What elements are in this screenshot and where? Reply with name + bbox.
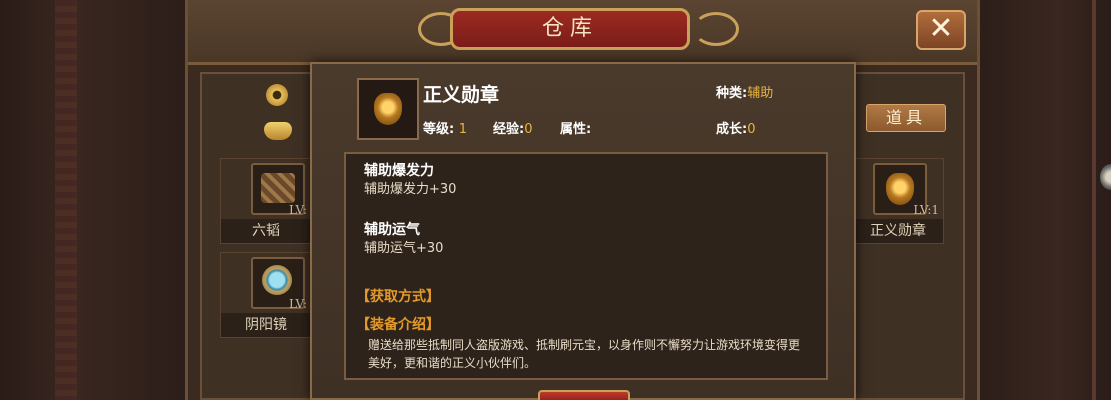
confirm-button[interactable] (538, 390, 630, 400)
item-name: 六韬 (221, 219, 311, 243)
attribute-value: 辅助运气+30 (364, 241, 444, 256)
inventory-slot[interactable]: LV:1 正义勋章 (852, 158, 944, 244)
close-button[interactable]: ✕ (916, 10, 966, 50)
title-bar: 仓库 ✕ (188, 0, 977, 65)
attribute-value: 辅助爆发力+30 (364, 182, 457, 197)
stat-label: 经验: (493, 122, 525, 137)
intro-header: 【装备介绍】 (356, 317, 440, 333)
title-ornament-right (693, 12, 739, 46)
game-screen: 仓库 ✕ 道具 LV: 六韬 LV: 阴阳镜 LV:1 正义勋章 正义勋章 种类… (0, 0, 1111, 400)
item-description: 赠送给那些抵制同人盗版游戏、抵制刷元宝，以身作则不懈努力让游戏环境变得更美好，更… (368, 338, 801, 370)
badge-icon (886, 173, 914, 205)
stat-level: 等级: 1 (423, 118, 467, 137)
stat-label: 等级: (423, 122, 455, 137)
stat-label: 属性: (560, 122, 592, 137)
background-right (980, 0, 1111, 400)
stat-type: 种类:辅助 (716, 82, 773, 101)
badge-icon (374, 93, 402, 125)
item-level: LV: (288, 203, 307, 217)
item-name: 正义勋章 (853, 219, 943, 243)
item-name: 阴阳镜 (221, 313, 311, 337)
attribute-title: 辅助爆发力 (364, 163, 434, 179)
obtain-header: 【获取方式】 (356, 289, 440, 305)
inventory-slot[interactable]: LV: 阴阳镜 (220, 252, 312, 338)
mirror-icon (262, 265, 292, 295)
window-title: 仓库 (450, 8, 690, 50)
decor-strip (1092, 0, 1096, 400)
stat-value: 0 (747, 122, 756, 137)
ingot-icon (264, 122, 292, 140)
decor-strip (55, 0, 77, 400)
stat-attr: 属性: (560, 118, 591, 137)
item-level: LV:1 (913, 203, 939, 217)
item-tooltip: 正义勋章 种类:辅助 等级: 1 经验:0 属性: 成长:0 辅助爆发力 辅助爆… (310, 62, 856, 400)
scroll-icon (261, 173, 295, 203)
tab-items[interactable]: 道具 (866, 104, 946, 132)
stat-value: 0 (524, 122, 533, 137)
background-left (0, 0, 185, 400)
tooltip-item-name: 正义勋章 (423, 84, 500, 106)
stat-growth: 成长:0 (716, 118, 755, 137)
stat-label: 成长: (716, 122, 748, 137)
attribute-title: 辅助运气 (364, 222, 420, 238)
stat-value: 1 (458, 122, 468, 137)
stat-exp: 经验:0 (493, 118, 532, 137)
tooltip-item-icon (357, 78, 419, 140)
inventory-slot[interactable]: LV: 六韬 (220, 158, 312, 244)
item-level: LV: (288, 297, 307, 311)
coin-icon (266, 84, 288, 106)
tooltip-details: 辅助爆发力 辅助爆发力+30 辅助运气 辅助运气+30 【获取方式】 【装备介绍… (344, 152, 828, 380)
stat-value: 辅助 (747, 86, 774, 101)
stat-label: 种类: (716, 86, 748, 101)
